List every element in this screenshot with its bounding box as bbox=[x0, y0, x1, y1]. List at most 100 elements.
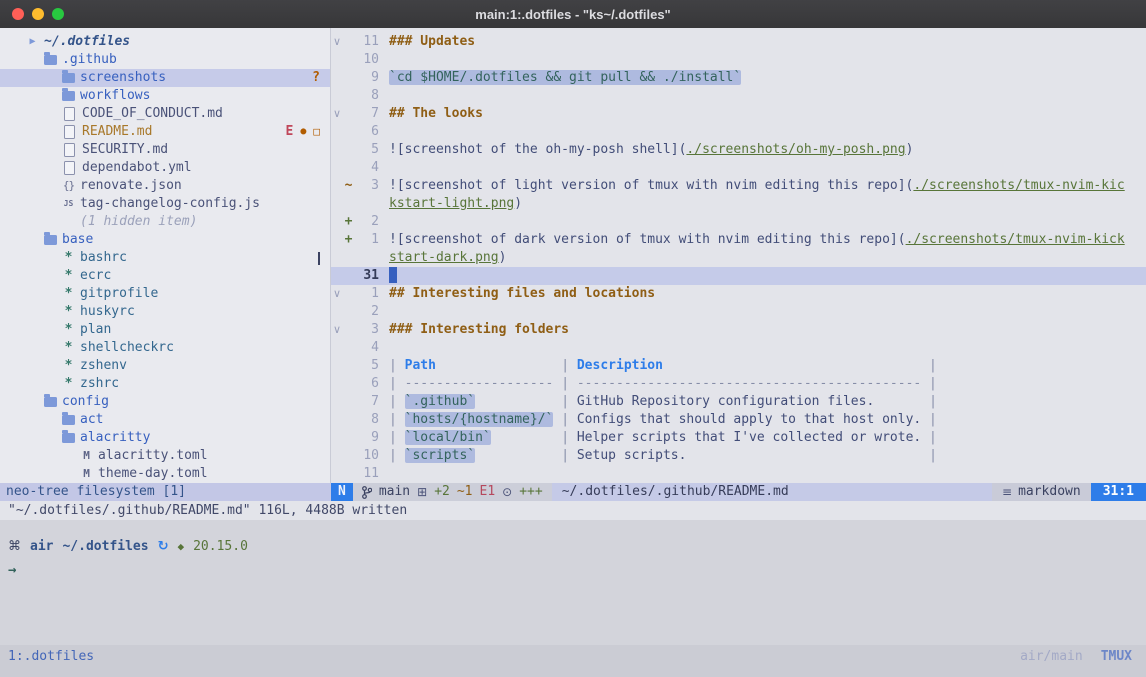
line-number: 1 bbox=[354, 231, 379, 249]
tree-item-code-of-conduct-md[interactable]: CODE_OF_CONDUCT.md bbox=[0, 105, 330, 123]
prompt-arrow-icon[interactable]: → bbox=[8, 562, 16, 578]
os-icon: ⌘ bbox=[8, 538, 21, 556]
filetype-segment: ≡ markdown bbox=[992, 483, 1091, 501]
workspace: ▶~/.dotfiles.githubscreenshots?workflows… bbox=[0, 28, 1146, 483]
line-number: 8 bbox=[354, 87, 379, 105]
editor-line[interactable]: 7| `.github` | GitHub Repository configu… bbox=[331, 393, 1146, 411]
tree-item-huskyrc[interactable]: *huskyrc bbox=[0, 303, 330, 321]
fold-column bbox=[331, 429, 343, 447]
text-segment: | bbox=[553, 376, 576, 391]
tmux-window-label[interactable]: 1:.dotfiles bbox=[8, 647, 94, 677]
editor-line[interactable]: 8 bbox=[331, 87, 1146, 105]
editor-line[interactable]: 5| Path | Description | bbox=[331, 357, 1146, 375]
editor-panel[interactable]: ∨11### Updates109`cd $HOME/.dotfiles && … bbox=[331, 28, 1146, 483]
fold-column: ∨ bbox=[331, 321, 343, 339]
editor-line[interactable]: ∨11### Updates bbox=[331, 33, 1146, 51]
tree-item-theme-day-toml[interactable]: Mtheme-day.toml bbox=[0, 465, 330, 483]
editor-line[interactable]: kstart-light.png) bbox=[331, 195, 1146, 213]
tree-item-bashrc[interactable]: *bashrc bbox=[0, 249, 330, 267]
editor-line[interactable]: start-dark.png) bbox=[331, 249, 1146, 267]
editor-line[interactable]: 11 bbox=[331, 465, 1146, 483]
editor-line[interactable]: +1![screenshot of dark version of tmux w… bbox=[331, 231, 1146, 249]
tree-item-security-md[interactable]: SECURITY.md bbox=[0, 141, 330, 159]
git-sign-column bbox=[343, 303, 354, 321]
editor-line[interactable]: 6| ------------------- | ---------------… bbox=[331, 375, 1146, 393]
tree-item-screenshots[interactable]: screenshots? bbox=[0, 69, 330, 87]
git-sign-column bbox=[343, 105, 354, 123]
editor-line[interactable]: 10 bbox=[331, 51, 1146, 69]
text-cursor bbox=[389, 267, 397, 283]
editor-line[interactable]: 4 bbox=[331, 159, 1146, 177]
line-number: 8 bbox=[354, 411, 379, 429]
editor-line[interactable]: +2 bbox=[331, 213, 1146, 231]
prompt-host: air bbox=[30, 538, 53, 556]
fold-column bbox=[331, 141, 343, 159]
editor-line[interactable]: ∨3### Interesting folders bbox=[331, 321, 1146, 339]
editor-line[interactable]: 6 bbox=[331, 123, 1146, 141]
tree-item-1-hidden-item[interactable]: (1 hidden item) bbox=[0, 213, 330, 231]
text-segment: ## The looks bbox=[389, 106, 483, 121]
tree-item-renovate-json[interactable]: {}renovate.json bbox=[0, 177, 330, 195]
line-content bbox=[379, 303, 389, 321]
tree-item-ecrc[interactable]: *ecrc bbox=[0, 267, 330, 285]
editor-line[interactable]: 9| `local/bin` | Helper scripts that I'v… bbox=[331, 429, 1146, 447]
git-sign-column: ~ bbox=[343, 177, 354, 195]
editor-line[interactable]: 31 bbox=[331, 267, 1146, 285]
text-segment: ./screenshots/tmux-nvim-kick bbox=[906, 232, 1125, 247]
tree-item-label: CODE_OF_CONDUCT.md bbox=[82, 105, 223, 123]
editor-line[interactable]: 10| `scripts` | Setup scripts. | bbox=[331, 447, 1146, 465]
editor-line[interactable]: ~3![screenshot of light version of tmux … bbox=[331, 177, 1146, 195]
tree-item-act[interactable]: act bbox=[0, 411, 330, 429]
tree-item-plan[interactable]: *plan bbox=[0, 321, 330, 339]
close-button[interactable] bbox=[12, 8, 24, 20]
tree-item-shellcheckrc[interactable]: *shellcheckrc bbox=[0, 339, 330, 357]
minimize-button[interactable] bbox=[32, 8, 44, 20]
file-icon bbox=[64, 161, 75, 175]
tree-item-workflows[interactable]: workflows bbox=[0, 87, 330, 105]
file-tree: ▶~/.dotfiles.githubscreenshots?workflows… bbox=[0, 33, 330, 483]
text-segment: `hosts/{hostname}/` bbox=[405, 412, 554, 427]
line-content: | `local/bin` | Helper scripts that I've… bbox=[379, 429, 937, 447]
tree-item-label: ecrc bbox=[80, 267, 111, 285]
text-segment: ) bbox=[499, 250, 507, 265]
tree-item-zshrc[interactable]: *zshrc bbox=[0, 375, 330, 393]
editor-line[interactable]: 9`cd $HOME/.dotfiles && git pull && ./in… bbox=[331, 69, 1146, 87]
text-segment: start-dark.png bbox=[389, 250, 499, 265]
titlebar[interactable]: main:1:.dotfiles - "ks~/.dotfiles" bbox=[0, 0, 1146, 28]
editor-line[interactable]: 2 bbox=[331, 303, 1146, 321]
tree-item-tag-changelog-config-js[interactable]: JStag-changelog-config.js bbox=[0, 195, 330, 213]
tree-item-github[interactable]: .github bbox=[0, 51, 330, 69]
text-segment: | bbox=[921, 376, 937, 391]
editor-line[interactable]: ∨1## Interesting files and locations bbox=[331, 285, 1146, 303]
text-segment: ----------------------------------------… bbox=[577, 376, 921, 391]
fold-column bbox=[331, 375, 343, 393]
tree-item-base[interactable]: base bbox=[0, 231, 330, 249]
git-sign-column bbox=[343, 141, 354, 159]
fold-column bbox=[331, 213, 343, 231]
fold-column bbox=[331, 69, 343, 87]
git-sign-column bbox=[343, 375, 354, 393]
editor-line[interactable]: ∨7## The looks bbox=[331, 105, 1146, 123]
zoom-button[interactable] bbox=[52, 8, 64, 20]
editor-line[interactable]: 8| `hosts/{hostname}/` | Configs that sh… bbox=[331, 411, 1146, 429]
shell-file-icon: * bbox=[62, 285, 75, 303]
tree-item-gitprofile[interactable]: *gitprofile bbox=[0, 285, 330, 303]
tree-item-config[interactable]: config bbox=[0, 393, 330, 411]
tree-item-readme-md[interactable]: README.mdE●□ bbox=[0, 123, 330, 141]
line-number: 5 bbox=[354, 141, 379, 159]
cursor-position: 31:1 bbox=[1091, 483, 1146, 501]
editor-line[interactable]: 5![screenshot of the oh-my-posh shell](.… bbox=[331, 141, 1146, 159]
text-segment: ) bbox=[906, 142, 914, 157]
tree-item-alacritty-toml[interactable]: Malacritty.toml bbox=[0, 447, 330, 465]
fold-column: ∨ bbox=[331, 33, 343, 51]
tree-item-dependabot-yml[interactable]: dependabot.yml bbox=[0, 159, 330, 177]
line-number: 9 bbox=[354, 69, 379, 87]
tree-item-label: dependabot.yml bbox=[82, 159, 192, 177]
tree-item-zshenv[interactable]: *zshenv bbox=[0, 357, 330, 375]
tree-item-dotfiles[interactable]: ▶~/.dotfiles bbox=[0, 33, 330, 51]
tree-item-alacritty[interactable]: alacritty bbox=[0, 429, 330, 447]
text-segment: | bbox=[389, 448, 405, 463]
fold-column bbox=[331, 51, 343, 69]
editor-line[interactable]: 4 bbox=[331, 339, 1146, 357]
shell-pane[interactable]: ⌘ air ~/.dotfiles ↻ ◆ 20.15.0 → 1:.dotfi… bbox=[0, 520, 1146, 677]
